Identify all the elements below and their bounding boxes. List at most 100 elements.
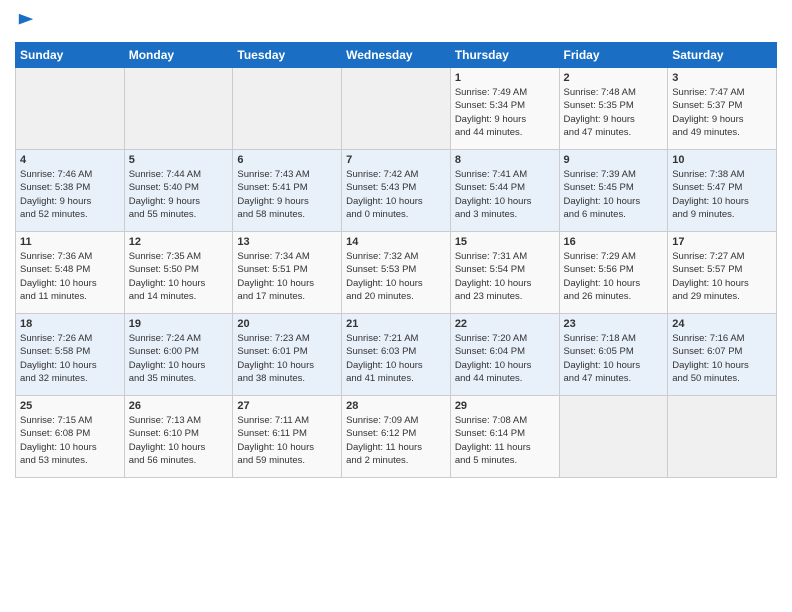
calendar-cell: 17 Sunrise: 7:27 AM Sunset: 5:57 PM Dayli… (668, 232, 777, 314)
day-info: Sunrise: 7:23 AM Sunset: 6:01 PM Dayligh… (237, 332, 337, 385)
day-number: 14 (346, 236, 446, 248)
calendar-cell: 8Sunrise: 7:41 AM Sunset: 5:44 PM Daylig… (450, 150, 559, 232)
day-info: Sunrise: 7:43 AM Sunset: 5:41 PM Dayligh… (237, 168, 337, 221)
day-info: Sunrise: 7:46 AM Sunset: 5:38 PM Dayligh… (20, 168, 120, 221)
calendar-cell: 24 Sunrise: 7:16 AM Sunset: 6:07 PM Dayli… (668, 314, 777, 396)
col-header-tuesday: Tuesday (233, 43, 342, 68)
calendar-cell: 29Sunrise: 7:08 AM Sunset: 6:14 PM Dayli… (450, 396, 559, 478)
day-number: 21 (346, 318, 446, 330)
calendar-cell: 10 Sunrise: 7:38 AM Sunset: 5:47 PM Dayli… (668, 150, 777, 232)
calendar-cell: 23 Sunrise: 7:18 AM Sunset: 6:05 PM Dayli… (559, 314, 668, 396)
day-number: 22 (455, 318, 555, 330)
day-number: 5 (129, 154, 229, 166)
calendar-cell: 13 Sunrise: 7:34 AM Sunset: 5:51 PM Dayli… (233, 232, 342, 314)
calendar-page: SundayMondayTuesdayWednesdayThursdayFrid… (0, 0, 792, 612)
day-info: Sunrise: 7:42 AM Sunset: 5:43 PM Dayligh… (346, 168, 446, 221)
calendar-cell: 9 Sunrise: 7:39 AM Sunset: 5:45 PM Daylig… (559, 150, 668, 232)
calendar-cell (342, 68, 451, 150)
day-info: Sunrise: 7:27 AM Sunset: 5:57 PM Dayligh… (672, 250, 772, 303)
day-number: 3 (672, 72, 772, 84)
day-info: Sunrise: 7:39 AM Sunset: 5:45 PM Dayligh… (564, 168, 664, 221)
day-number: 16 (564, 236, 664, 248)
header (15, 10, 777, 34)
week-row-4: 18 Sunrise: 7:26 AM Sunset: 5:58 PM Dayli… (16, 314, 777, 396)
day-number: 28 (346, 400, 446, 412)
day-number: 27 (237, 400, 337, 412)
calendar-cell: 11 Sunrise: 7:36 AM Sunset: 5:48 PM Dayli… (16, 232, 125, 314)
day-info: Sunrise: 7:09 AM Sunset: 6:12 PM Dayligh… (346, 414, 446, 467)
day-number: 19 (129, 318, 229, 330)
logo (15, 14, 35, 34)
day-number: 10 (672, 154, 772, 166)
day-info: Sunrise: 7:48 AM Sunset: 5:35 PM Dayligh… (564, 86, 664, 139)
calendar-cell: 7 Sunrise: 7:42 AM Sunset: 5:43 PM Daylig… (342, 150, 451, 232)
day-number: 18 (20, 318, 120, 330)
calendar-cell: 14 Sunrise: 7:32 AM Sunset: 5:53 PM Dayli… (342, 232, 451, 314)
day-number: 12 (129, 236, 229, 248)
calendar-cell: 3 Sunrise: 7:47 AM Sunset: 5:37 PM Daylig… (668, 68, 777, 150)
day-number: 15 (455, 236, 555, 248)
day-info: Sunrise: 7:31 AM Sunset: 5:54 PM Dayligh… (455, 250, 555, 303)
day-number: 11 (20, 236, 120, 248)
day-info: Sunrise: 7:20 AM Sunset: 6:04 PM Dayligh… (455, 332, 555, 385)
day-number: 2 (564, 72, 664, 84)
calendar-cell: 2 Sunrise: 7:48 AM Sunset: 5:35 PM Daylig… (559, 68, 668, 150)
day-info: Sunrise: 7:47 AM Sunset: 5:37 PM Dayligh… (672, 86, 772, 139)
header-row: SundayMondayTuesdayWednesdayThursdayFrid… (16, 43, 777, 68)
day-info: Sunrise: 7:49 AM Sunset: 5:34 PM Dayligh… (455, 86, 555, 139)
calendar-cell (16, 68, 125, 150)
logo-flag-icon (17, 11, 35, 29)
calendar-cell: 4 Sunrise: 7:46 AM Sunset: 5:38 PM Daylig… (16, 150, 125, 232)
day-info: Sunrise: 7:26 AM Sunset: 5:58 PM Dayligh… (20, 332, 120, 385)
day-info: Sunrise: 7:11 AM Sunset: 6:11 PM Dayligh… (237, 414, 337, 467)
day-number: 9 (564, 154, 664, 166)
col-header-wednesday: Wednesday (342, 43, 451, 68)
calendar-cell (124, 68, 233, 150)
day-number: 13 (237, 236, 337, 248)
day-info: Sunrise: 7:34 AM Sunset: 5:51 PM Dayligh… (237, 250, 337, 303)
calendar-cell: 15 Sunrise: 7:31 AM Sunset: 5:54 PM Dayli… (450, 232, 559, 314)
day-number: 20 (237, 318, 337, 330)
calendar-cell: 1 Sunrise: 7:49 AM Sunset: 5:34 PM Daylig… (450, 68, 559, 150)
day-info: Sunrise: 7:13 AM Sunset: 6:10 PM Dayligh… (129, 414, 229, 467)
day-info: Sunrise: 7:35 AM Sunset: 5:50 PM Dayligh… (129, 250, 229, 303)
col-header-thursday: Thursday (450, 43, 559, 68)
day-number: 1 (455, 72, 555, 84)
day-number: 26 (129, 400, 229, 412)
calendar-cell (233, 68, 342, 150)
week-row-3: 11 Sunrise: 7:36 AM Sunset: 5:48 PM Dayli… (16, 232, 777, 314)
day-info: Sunrise: 7:44 AM Sunset: 5:40 PM Dayligh… (129, 168, 229, 221)
day-number: 6 (237, 154, 337, 166)
calendar-cell: 20 Sunrise: 7:23 AM Sunset: 6:01 PM Dayli… (233, 314, 342, 396)
day-number: 23 (564, 318, 664, 330)
calendar-cell: 6 Sunrise: 7:43 AM Sunset: 5:41 PM Daylig… (233, 150, 342, 232)
week-row-5: 25 Sunrise: 7:15 AM Sunset: 6:08 PM Dayli… (16, 396, 777, 478)
day-info: Sunrise: 7:18 AM Sunset: 6:05 PM Dayligh… (564, 332, 664, 385)
calendar-cell: 5 Sunrise: 7:44 AM Sunset: 5:40 PM Daylig… (124, 150, 233, 232)
calendar-cell: 27 Sunrise: 7:11 AM Sunset: 6:11 PM Dayli… (233, 396, 342, 478)
calendar-cell: 18 Sunrise: 7:26 AM Sunset: 5:58 PM Dayli… (16, 314, 125, 396)
day-info: Sunrise: 7:16 AM Sunset: 6:07 PM Dayligh… (672, 332, 772, 385)
day-number: 4 (20, 154, 120, 166)
day-info: Sunrise: 7:41 AM Sunset: 5:44 PM Dayligh… (455, 168, 555, 221)
calendar-cell: 12 Sunrise: 7:35 AM Sunset: 5:50 PM Dayli… (124, 232, 233, 314)
day-info: Sunrise: 7:08 AM Sunset: 6:14 PM Dayligh… (455, 414, 555, 467)
day-info: Sunrise: 7:38 AM Sunset: 5:47 PM Dayligh… (672, 168, 772, 221)
day-number: 25 (20, 400, 120, 412)
calendar-cell: 16 Sunrise: 7:29 AM Sunset: 5:56 PM Dayli… (559, 232, 668, 314)
day-info: Sunrise: 7:15 AM Sunset: 6:08 PM Dayligh… (20, 414, 120, 467)
calendar-cell: 26 Sunrise: 7:13 AM Sunset: 6:10 PM Dayli… (124, 396, 233, 478)
week-row-2: 4 Sunrise: 7:46 AM Sunset: 5:38 PM Daylig… (16, 150, 777, 232)
day-number: 7 (346, 154, 446, 166)
day-info: Sunrise: 7:32 AM Sunset: 5:53 PM Dayligh… (346, 250, 446, 303)
day-number: 17 (672, 236, 772, 248)
calendar-cell: 25 Sunrise: 7:15 AM Sunset: 6:08 PM Dayli… (16, 396, 125, 478)
calendar-cell (559, 396, 668, 478)
calendar-cell: 21Sunrise: 7:21 AM Sunset: 6:03 PM Dayli… (342, 314, 451, 396)
day-info: Sunrise: 7:29 AM Sunset: 5:56 PM Dayligh… (564, 250, 664, 303)
day-number: 24 (672, 318, 772, 330)
calendar-cell: 19Sunrise: 7:24 AM Sunset: 6:00 PM Dayli… (124, 314, 233, 396)
day-info: Sunrise: 7:36 AM Sunset: 5:48 PM Dayligh… (20, 250, 120, 303)
col-header-sunday: Sunday (16, 43, 125, 68)
col-header-friday: Friday (559, 43, 668, 68)
